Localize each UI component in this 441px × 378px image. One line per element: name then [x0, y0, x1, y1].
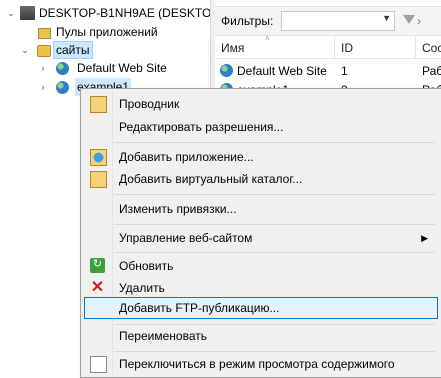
- collapse-arrow-icon[interactable]: ⌄: [20, 41, 30, 59]
- filter-input[interactable]: ▼: [281, 11, 395, 31]
- expand-arrow-icon[interactable]: ›: [38, 78, 48, 96]
- tree-node-default-site[interactable]: › Default Web Site: [0, 59, 210, 77]
- menu-separator: [114, 252, 435, 253]
- tree-node-app-pools[interactable]: Пулы приложений: [0, 23, 210, 41]
- dropdown-arrow-icon[interactable]: ▼: [382, 13, 391, 23]
- menu-item-label: Обновить: [119, 259, 174, 273]
- website-globe-icon: [56, 62, 69, 75]
- column-header-id[interactable]: ID: [341, 41, 353, 55]
- add-virtual-directory-icon: [90, 171, 107, 188]
- add-application-icon: [90, 149, 107, 166]
- menu-item-edit-permissions[interactable]: Редактировать разрешения...: [84, 116, 436, 138]
- menu-separator: [114, 142, 435, 143]
- column-divider[interactable]: [415, 36, 416, 58]
- filter-funnel-icon[interactable]: [403, 15, 415, 24]
- menu-item-delete[interactable]: ✕ Удалить: [84, 277, 436, 299]
- submenu-arrow-icon: ▶: [421, 233, 428, 243]
- content-view-icon: [90, 356, 107, 373]
- application-pools-icon: [38, 28, 51, 39]
- list-column-header: Имя ˄ ID Сос: [215, 34, 441, 59]
- delete-icon: ✕: [90, 279, 105, 296]
- menu-separator: [114, 351, 435, 352]
- filter-label: Фильтры:: [221, 14, 274, 28]
- server-icon: [20, 6, 35, 20]
- row-status: Раб: [422, 64, 441, 78]
- menu-item-add-virtual-directory[interactable]: Добавить виртуальный каталог...: [84, 168, 436, 190]
- menu-item-label: Проводник: [119, 97, 180, 111]
- table-row[interactable]: Default Web Site 1 Раб: [215, 61, 441, 81]
- column-divider[interactable]: [334, 36, 335, 58]
- column-header-status[interactable]: Сос: [422, 41, 441, 55]
- expand-arrow-icon[interactable]: ›: [38, 59, 48, 77]
- tree-label-server: DESKTOP-B1NH9AE (DESKTOP: [39, 6, 210, 20]
- menu-separator: [114, 194, 435, 195]
- menu-item-label: Переименовать: [119, 329, 207, 343]
- tree-label-app-pools: Пулы приложений: [56, 25, 158, 39]
- tree-label-default-site: Default Web Site: [77, 61, 167, 75]
- menu-item-rename[interactable]: Переименовать: [84, 325, 436, 347]
- row-name: Default Web Site: [237, 64, 327, 78]
- tree-label-sites: сайты: [53, 41, 93, 59]
- menu-item-manage-website[interactable]: Управление веб-сайтом ▶: [84, 227, 436, 249]
- menu-item-label: Добавить приложение...: [119, 150, 254, 164]
- menu-item-label: Управление веб-сайтом: [119, 231, 253, 245]
- filter-go-icon[interactable]: ›: [417, 14, 421, 28]
- sort-caret-icon: ˄: [265, 34, 270, 43]
- site-context-menu: Проводник Редактировать разрешения... До…: [80, 88, 441, 378]
- menu-item-label: Удалить: [119, 281, 165, 295]
- explorer-icon: [90, 96, 107, 113]
- menu-item-explorer[interactable]: Проводник: [84, 93, 436, 115]
- menu-separator: [114, 224, 435, 225]
- sites-folder-icon: [37, 45, 51, 57]
- menu-item-label: Редактировать разрешения...: [119, 120, 284, 134]
- menu-item-label: Изменить привязки...: [119, 202, 237, 216]
- website-globe-icon: [220, 64, 233, 77]
- menu-item-switch-content-view[interactable]: Переключиться в режим просмотра содержим…: [84, 353, 436, 375]
- menu-item-edit-bindings[interactable]: Изменить привязки...: [84, 198, 436, 220]
- tree-node-server[interactable]: ⌄ DESKTOP-B1NH9AE (DESKTOP: [0, 4, 210, 22]
- refresh-icon: ↻: [90, 258, 105, 273]
- menu-item-add-ftp-publishing[interactable]: Добавить FTP-публикацию...: [84, 297, 438, 319]
- menu-item-label: Добавить виртуальный каталог...: [119, 172, 303, 186]
- menu-item-label: Переключиться в режим просмотра содержим…: [119, 357, 395, 371]
- menu-item-refresh[interactable]: ↻ Обновить: [84, 255, 436, 277]
- tree-node-sites[interactable]: ⌄ сайты: [0, 41, 210, 59]
- row-id: 1: [341, 64, 348, 78]
- filter-bar: Фильтры: ▼ ›: [215, 6, 441, 36]
- menu-item-label: Добавить FTP-публикацию...: [119, 301, 280, 315]
- menu-item-add-application[interactable]: Добавить приложение...: [84, 146, 436, 168]
- collapse-arrow-icon[interactable]: ⌄: [6, 4, 16, 22]
- column-header-name[interactable]: Имя: [221, 41, 244, 55]
- website-globe-icon: [56, 81, 69, 94]
